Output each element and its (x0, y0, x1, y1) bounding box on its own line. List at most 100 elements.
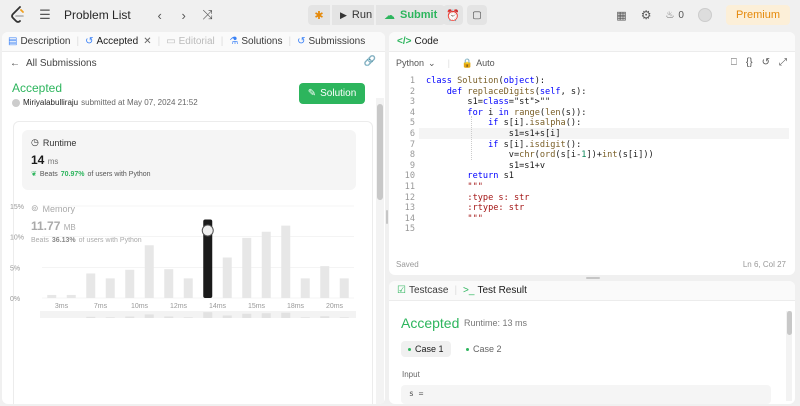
code-line: s1=s1+v (426, 160, 545, 171)
vertical-resize-handle[interactable] (386, 210, 388, 224)
line-number: 6 (409, 129, 415, 139)
horizontal-resize-handle[interactable] (586, 277, 600, 279)
play-icon: ▶ (340, 9, 347, 20)
y-tick-label: 0% (10, 296, 20, 303)
code-editor-panel: </> Code Python ⌄ | 🔒 Auto ⎕ {} ↺ ⤢ 1 cla… (389, 32, 795, 275)
overview-bar (222, 315, 232, 318)
chart-bar[interactable] (339, 278, 349, 298)
test-scrollbar-thumb[interactable] (787, 311, 792, 335)
y-tick-label: 5% (10, 265, 20, 272)
code-line: def replaceDigits(self, s): (446, 86, 587, 97)
overview-bar (164, 316, 174, 318)
problem-list-link[interactable]: Problem List (64, 8, 131, 22)
x-tick-label: 15ms (248, 303, 266, 310)
chart-bar[interactable] (261, 231, 271, 298)
code-line: s1=class="st">"" (426, 97, 551, 108)
reset-icon[interactable]: ↺ (762, 57, 770, 68)
test-scrollbar[interactable] (786, 311, 792, 401)
chart-bar[interactable] (125, 269, 135, 298)
back-arrow-icon[interactable]: ← (10, 58, 20, 69)
y-tick-label: 15% (10, 204, 24, 211)
chart-bar[interactable] (105, 278, 115, 298)
code-line: :rtype: str (426, 203, 525, 214)
timer-button[interactable]: ⏰ (443, 5, 463, 25)
code-tabbar: </> Code (389, 32, 795, 52)
note-button[interactable]: ▢ (467, 5, 487, 25)
input-value: s = (401, 385, 771, 404)
code-line: :type s: str (426, 192, 530, 203)
bookmark-icon[interactable]: ⎕ (731, 57, 737, 68)
tab-code[interactable]: </> Code (397, 36, 438, 47)
chart-bar[interactable] (144, 245, 154, 298)
chart-bar[interactable] (320, 266, 330, 298)
terminal-icon: >_ (463, 285, 475, 296)
premium-button[interactable]: Premium (725, 5, 790, 25)
tab-submissions[interactable]: ↺ Submissions (297, 36, 365, 47)
code-line: if s[i].isalpha(): (488, 118, 582, 129)
chart-bar[interactable] (86, 273, 96, 298)
chart-bar[interactable] (242, 237, 252, 298)
chart-bar[interactable] (222, 257, 232, 298)
overview-bar (183, 317, 193, 318)
test-runtime: Runtime: 13 ms (464, 318, 528, 328)
left-scrollbar-thumb[interactable] (377, 104, 383, 200)
close-tab-icon[interactable]: ✕ (143, 36, 151, 47)
tab-description[interactable]: ▤ Description (8, 36, 70, 47)
saved-status: Saved (396, 260, 419, 269)
chart-bar[interactable] (164, 269, 174, 298)
auto-mode-toggle[interactable]: 🔒 Auto (462, 58, 495, 69)
chart-bar[interactable] (183, 278, 193, 298)
tab-test-result[interactable]: >_ Test Result (463, 285, 527, 296)
fullscreen-icon[interactable]: ⤢ (779, 57, 787, 68)
prev-problem-icon[interactable]: ‹ (151, 8, 169, 23)
code-editor[interactable]: 1 class Solution(object): 2 def replaceDig… (389, 74, 795, 252)
tab-testcase[interactable]: ☑ Testcase (397, 285, 448, 296)
runtime-box[interactable]: ◷ Runtime 14 ms ❦ Beats 70.97% of users … (22, 130, 356, 190)
line-number: 12 (404, 192, 415, 203)
pass-dot-icon (408, 347, 411, 351)
layout-grid-icon[interactable]: ▦ (616, 9, 626, 22)
username-link[interactable]: Miriyalabulliraju (23, 98, 78, 107)
tab-editorial[interactable]: ▭ Editorial (166, 36, 215, 47)
cursor-position: Ln 6, Col 27 (742, 260, 786, 269)
case-1-tab[interactable]: Case 1 (401, 341, 451, 357)
top-navbar: ☰ Problem List ‹ › ⤨ ✱ ▶ Run ☁ Submit ⏰ … (0, 0, 800, 30)
chart-bar[interactable] (47, 294, 57, 298)
all-submissions-link[interactable]: All Submissions (26, 58, 97, 69)
solution-button[interactable]: ✎ Solution (299, 83, 365, 104)
line-number: 13 (404, 203, 415, 214)
user-avatar[interactable] (697, 8, 712, 22)
x-tick-label: 3ms (55, 303, 69, 310)
line-number: 4 (409, 107, 415, 118)
language-select[interactable]: Python ⌄ (396, 58, 436, 69)
runtime-label: Runtime (42, 137, 77, 148)
tab-accepted[interactable]: ↺ Accepted ✕ (85, 36, 151, 47)
streak-counter[interactable]: ♨ 0 (665, 10, 684, 21)
shuffle-icon[interactable]: ⤨ (199, 7, 217, 23)
tab-solutions[interactable]: ⚗ Solutions (229, 36, 282, 47)
line-number: 3 (409, 97, 415, 108)
debug-button[interactable]: ✱ (308, 5, 330, 25)
chart-bar[interactable] (300, 278, 310, 298)
overview-bar (144, 314, 154, 318)
overview-bar (300, 317, 310, 318)
chart-bar[interactable] (66, 294, 76, 298)
overview-bar (203, 312, 213, 318)
problem-list-icon[interactable]: ☰ (36, 7, 54, 23)
link-icon[interactable]: 🔗 (364, 56, 376, 67)
format-braces-icon[interactable]: {} (746, 57, 753, 68)
run-button[interactable]: ▶ Run (332, 5, 374, 25)
settings-gear-icon[interactable]: ⚙ (641, 8, 652, 22)
next-problem-icon[interactable]: › (175, 8, 193, 23)
overview-bar (86, 316, 96, 318)
leetcode-logo-icon[interactable] (10, 6, 26, 24)
code-line: v=chr(ord(s[i-1])+int(s[i])) (426, 150, 654, 161)
submit-button[interactable]: ☁ Submit (376, 5, 446, 25)
overview-bar (242, 313, 252, 318)
code-line: s1=s1+s[i] (426, 129, 561, 139)
chart-bar[interactable] (281, 225, 291, 298)
code-line: class Solution(object): (426, 76, 546, 86)
y-tick-label: 10% (10, 235, 24, 242)
left-scrollbar[interactable] (376, 98, 384, 404)
case-2-tab[interactable]: Case 2 (459, 341, 509, 357)
